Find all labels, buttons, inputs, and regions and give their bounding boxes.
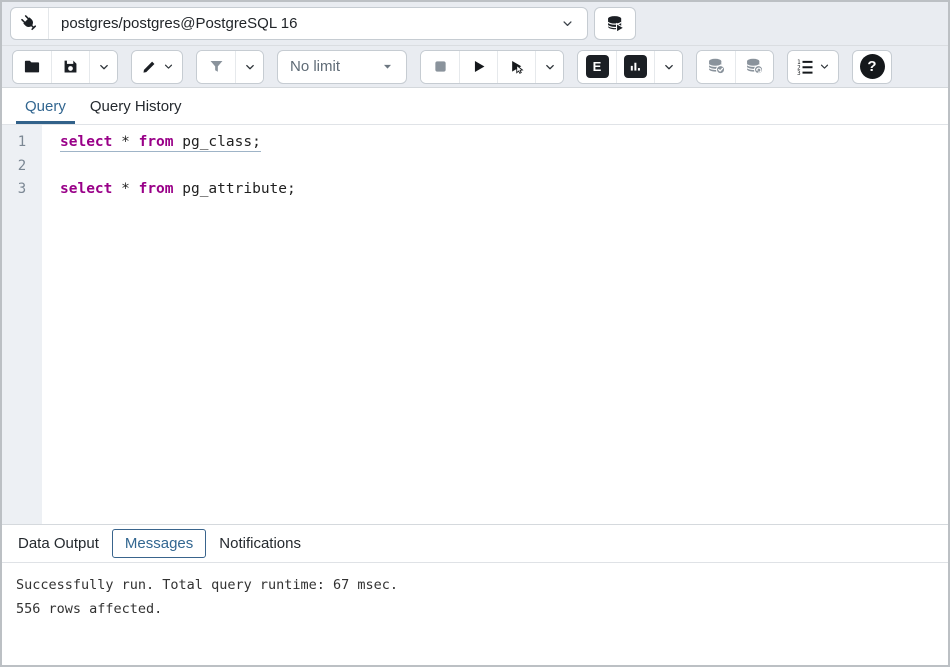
tab-query[interactable]: Query xyxy=(16,88,75,124)
toolbar: No limit E xyxy=(2,46,948,88)
sql-editor[interactable]: 123 select * from pg_class; select * fro… xyxy=(2,125,948,525)
code-area[interactable]: select * from pg_class; select * from pg… xyxy=(42,125,948,524)
row-limit-select[interactable]: No limit xyxy=(277,50,407,84)
message-line: Successfully run. Total query runtime: 6… xyxy=(16,573,934,597)
execute-button-group xyxy=(420,50,564,84)
play-icon xyxy=(469,57,488,76)
code-line[interactable]: select * from pg_attribute; xyxy=(60,178,948,202)
chevron-down-icon xyxy=(543,60,557,74)
message-line: 556 rows affected. xyxy=(16,597,934,621)
explain-button[interactable]: E xyxy=(578,51,616,83)
play-cursor-icon xyxy=(507,57,526,76)
line-number: 2 xyxy=(2,155,42,179)
macros-button-group: 1 2 3 xyxy=(787,50,839,84)
stop-icon xyxy=(431,57,450,76)
save-icon xyxy=(61,57,80,76)
execute-options-button[interactable] xyxy=(497,51,535,83)
help-icon: ? xyxy=(860,54,885,79)
edit-button-group xyxy=(131,50,183,84)
rollback-button[interactable] xyxy=(735,51,773,83)
chevron-down-icon xyxy=(560,16,575,31)
dropdown-arrow-icon xyxy=(381,60,394,73)
execute-dropdown-button[interactable] xyxy=(535,51,563,83)
chevron-down-icon xyxy=(97,60,111,74)
line-number: 1 xyxy=(2,131,42,155)
tab-messages[interactable]: Messages xyxy=(112,529,206,558)
row-limit-value: No limit xyxy=(290,58,381,75)
transaction-button-group xyxy=(696,50,774,84)
connection-label: postgres/postgres@PostgreSQL 16 xyxy=(49,15,560,32)
file-button-group xyxy=(12,50,118,84)
chevron-down-icon xyxy=(818,60,831,73)
tab-data-output[interactable]: Data Output xyxy=(16,530,101,557)
chevron-down-icon xyxy=(662,60,676,74)
explain-analyze-icon xyxy=(624,55,647,78)
code-line[interactable] xyxy=(60,155,948,179)
chevron-down-icon xyxy=(162,60,175,73)
output-tabbar: Data Output Messages Notifications xyxy=(2,525,948,563)
filter-button[interactable] xyxy=(197,51,235,83)
connection-status-icon xyxy=(11,8,49,39)
explain-icon: E xyxy=(586,55,609,78)
filter-icon xyxy=(207,57,226,76)
connection-selector[interactable]: postgres/postgres@PostgreSQL 16 xyxy=(10,7,588,40)
new-connection-button[interactable] xyxy=(594,7,636,40)
stop-button[interactable] xyxy=(421,51,459,83)
folder-icon xyxy=(22,57,42,77)
explain-button-group: E xyxy=(577,50,683,84)
rollback-icon xyxy=(744,56,765,77)
connection-bar: postgres/postgres@PostgreSQL 16 xyxy=(2,2,948,46)
messages-panel: Successfully run. Total query runtime: 6… xyxy=(2,563,948,665)
execute-button[interactable] xyxy=(459,51,497,83)
database-new-connection-icon xyxy=(605,13,626,34)
explain-dropdown-button[interactable] xyxy=(654,51,682,83)
save-dropdown-button[interactable] xyxy=(89,51,117,83)
chevron-down-icon xyxy=(243,60,257,74)
save-file-button[interactable] xyxy=(51,51,89,83)
numbered-list-icon: 1 2 3 xyxy=(795,57,815,77)
edit-dropdown-button[interactable] xyxy=(132,51,182,83)
help-button-group: ? xyxy=(852,50,892,84)
commit-icon xyxy=(706,56,727,77)
commit-button[interactable] xyxy=(697,51,735,83)
line-number: 3 xyxy=(2,178,42,202)
filter-dropdown-button[interactable] xyxy=(235,51,263,83)
help-button[interactable]: ? xyxy=(853,51,891,83)
code-line[interactable]: select * from pg_class; xyxy=(60,131,948,155)
open-file-button[interactable] xyxy=(13,51,51,83)
svg-text:3: 3 xyxy=(797,71,801,77)
macros-dropdown-button[interactable]: 1 2 3 xyxy=(788,51,838,83)
editor-tabbar: Query Query History xyxy=(2,88,948,125)
line-number-gutter: 123 xyxy=(2,125,42,524)
tab-query-history[interactable]: Query History xyxy=(81,88,191,124)
filter-button-group xyxy=(196,50,264,84)
query-tool-window: postgres/postgres@PostgreSQL 16 xyxy=(0,0,950,667)
tab-notifications[interactable]: Notifications xyxy=(217,530,303,557)
explain-analyze-button[interactable] xyxy=(616,51,654,83)
pencil-icon xyxy=(140,57,159,76)
